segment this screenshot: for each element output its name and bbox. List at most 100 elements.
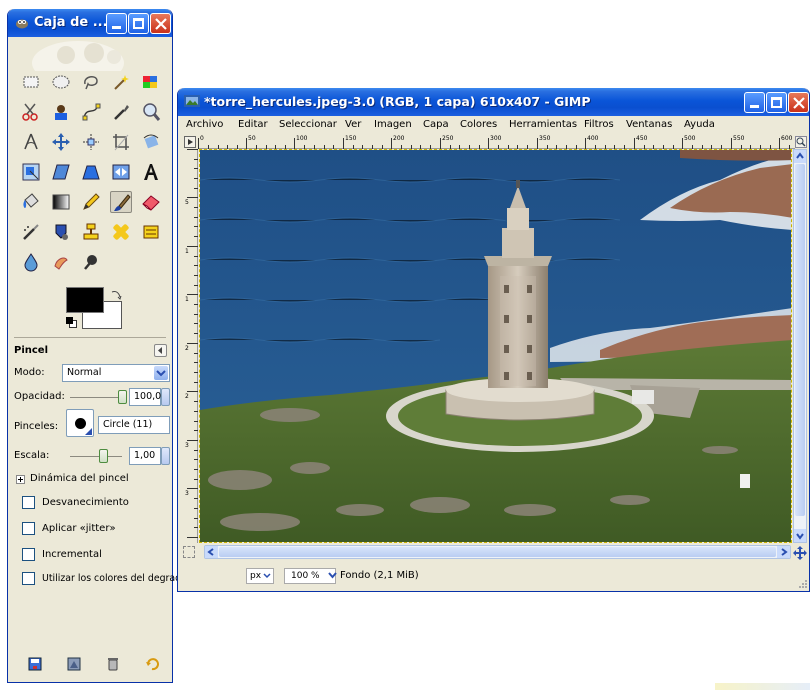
unit-select[interactable]: px	[246, 568, 274, 584]
horizontal-scroll-thumb[interactable]	[219, 547, 776, 557]
ruler-label: 3	[185, 442, 189, 449]
scale-spinner[interactable]	[161, 447, 170, 465]
scale-slider-track[interactable]	[70, 456, 122, 457]
vertical-scrollbar[interactable]	[793, 149, 807, 543]
opacity-spinner[interactable]	[161, 388, 170, 406]
rect-select-tool[interactable]	[20, 71, 42, 93]
clone-tool[interactable]	[80, 221, 102, 243]
toolbox-title-bar[interactable]: Caja de ...	[8, 9, 172, 37]
color-picker-tool[interactable]	[110, 101, 132, 123]
maximize-button[interactable]	[128, 13, 149, 34]
ellipse-select-tool[interactable]	[50, 71, 72, 93]
scroll-down-button[interactable]	[794, 529, 806, 542]
minimize-button[interactable]	[744, 92, 765, 113]
mode-select[interactable]: Normal	[62, 364, 170, 382]
incremental-checkbox[interactable]	[22, 548, 35, 561]
fade-checkbox[interactable]	[22, 496, 35, 509]
menu-editar[interactable]: Editar	[238, 119, 268, 130]
chevron-down-icon	[263, 573, 271, 579]
menu-ventanas[interactable]: Ventanas	[626, 119, 672, 130]
scroll-up-button[interactable]	[794, 150, 806, 163]
crop-tool[interactable]	[110, 131, 132, 153]
menu-seleccionar[interactable]: Seleccionar	[279, 119, 337, 130]
blur-tool[interactable]	[20, 251, 42, 273]
perspective-clone-tool[interactable]	[140, 221, 162, 243]
rotate-tool[interactable]	[140, 131, 162, 153]
quick-mask-button[interactable]	[183, 546, 195, 558]
maximize-button[interactable]	[766, 92, 787, 113]
pencil-tool[interactable]	[80, 191, 102, 213]
zoom-tool[interactable]	[140, 101, 162, 123]
minimize-button[interactable]	[106, 13, 127, 34]
image-window-icon	[184, 95, 200, 107]
blend-tool[interactable]	[50, 191, 72, 213]
vertical-scroll-thumb[interactable]	[795, 164, 805, 516]
resize-grip-icon[interactable]	[797, 578, 807, 588]
close-button[interactable]	[150, 13, 171, 34]
flip-tool[interactable]	[110, 161, 132, 183]
scale-input[interactable]: 1,00	[129, 447, 161, 465]
scale-tool[interactable]	[20, 161, 42, 183]
vertical-ruler[interactable]: 5 1 1 2 2 3 3	[184, 149, 198, 543]
menu-capa[interactable]: Capa	[423, 119, 449, 130]
scale-slider-handle[interactable]	[99, 449, 108, 463]
navigate-menu-button[interactable]	[184, 136, 196, 148]
opacity-slider-handle[interactable]	[118, 390, 127, 404]
smudge-tool[interactable]	[50, 251, 72, 273]
select-by-color-tool[interactable]	[140, 71, 162, 93]
move-tool[interactable]	[50, 131, 72, 153]
menu-colores[interactable]: Colores	[460, 119, 497, 130]
opacity-input[interactable]: 100,0	[129, 388, 161, 406]
eraser-tool[interactable]	[140, 191, 162, 213]
menu-herramientas[interactable]: Herramientas	[509, 119, 577, 130]
foreground-color-swatch[interactable]	[66, 287, 104, 313]
paths-tool[interactable]	[80, 101, 102, 123]
menu-imagen[interactable]: Imagen	[374, 119, 412, 130]
fuzzy-select-tool[interactable]	[110, 71, 132, 93]
bucket-fill-tool[interactable]	[20, 191, 42, 213]
tool-options-menu-button[interactable]	[154, 344, 167, 357]
restore-options-icon[interactable]	[67, 657, 81, 671]
image-canvas[interactable]	[199, 149, 792, 543]
scissors-tool[interactable]	[20, 101, 42, 123]
shear-tool[interactable]	[50, 161, 72, 183]
opacity-slider-track[interactable]	[70, 397, 122, 398]
horizontal-scrollbar[interactable]	[204, 545, 791, 559]
measure-tool[interactable]	[20, 131, 42, 153]
ink-tool[interactable]	[50, 221, 72, 243]
save-options-icon[interactable]	[28, 657, 42, 671]
status-bar: px 100 % Fondo (2,1 MiB)	[178, 562, 809, 590]
paintbrush-tool[interactable]	[110, 191, 132, 213]
chevron-down-icon	[328, 572, 337, 579]
navigate-icon[interactable]	[793, 546, 807, 560]
ruler-label: 400	[587, 135, 599, 142]
menu-filtros[interactable]: Filtros	[584, 119, 614, 130]
perspective-tool[interactable]	[80, 161, 102, 183]
text-tool[interactable]	[140, 161, 162, 183]
zoom-select[interactable]: 100 %	[284, 568, 337, 584]
align-tool[interactable]	[80, 131, 102, 153]
horizontal-ruler[interactable]: 0 50 100 150 200 250 300 350 400 450 500…	[198, 135, 795, 149]
brush-preview-button[interactable]	[66, 409, 94, 437]
dodge-burn-tool[interactable]	[80, 251, 102, 273]
brush-name-field[interactable]: Circle (11)	[98, 416, 170, 434]
close-button[interactable]	[788, 92, 809, 113]
menu-archivo[interactable]: Archivo	[186, 119, 223, 130]
jitter-checkbox[interactable]	[22, 522, 35, 535]
dynamics-expander[interactable]: Dinámica del pincel	[16, 473, 156, 487]
zoom-to-fit-icon[interactable]	[795, 136, 807, 148]
default-colors-icon[interactable]	[66, 317, 78, 329]
image-window-title-bar[interactable]: *torre_hercules.jpeg-3.0 (RGB, 1 capa) 6…	[178, 88, 809, 116]
scroll-right-button[interactable]	[777, 546, 790, 558]
delete-options-icon[interactable]	[106, 657, 120, 671]
scroll-left-button[interactable]	[205, 546, 218, 558]
heal-tool[interactable]	[110, 221, 132, 243]
airbrush-tool[interactable]	[20, 221, 42, 243]
swap-colors-icon[interactable]	[110, 289, 122, 301]
lasso-tool[interactable]	[80, 71, 102, 93]
reset-options-icon[interactable]	[145, 657, 159, 671]
menu-ver[interactable]: Ver	[345, 119, 361, 130]
gradient-colors-checkbox[interactable]	[22, 572, 35, 585]
foreground-select-tool[interactable]	[50, 101, 72, 123]
menu-ayuda[interactable]: Ayuda	[684, 119, 715, 130]
